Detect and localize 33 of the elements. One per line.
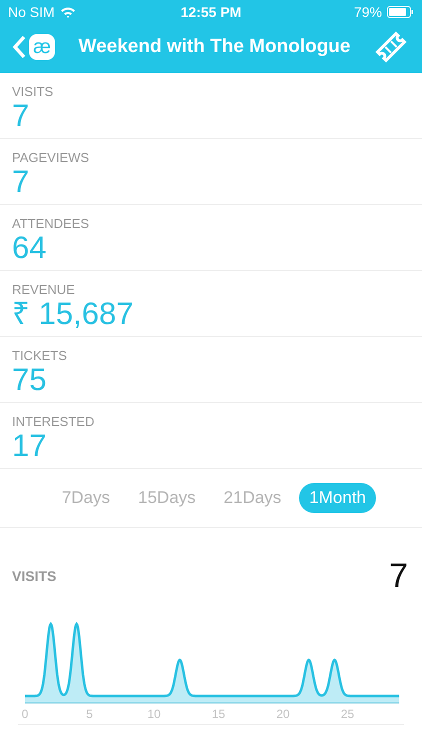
chart-title: VISITS xyxy=(12,568,56,584)
range-tab[interactable]: 1Month xyxy=(299,483,376,513)
range-tab[interactable]: 15Days xyxy=(128,483,206,513)
range-tab[interactable]: 7Days xyxy=(52,483,120,513)
stat-label: VISITS xyxy=(12,84,54,99)
ticket-icon[interactable] xyxy=(374,30,408,64)
stat-label: TICKETS xyxy=(12,348,68,363)
wifi-icon xyxy=(60,6,76,18)
battery-text: 79% xyxy=(354,4,382,20)
carrier-text: No SIM xyxy=(8,4,55,20)
time-text: 12:55 PM xyxy=(180,4,242,20)
logo-icon: æ xyxy=(29,34,55,60)
axis-label: 25 xyxy=(340,707,354,721)
axis-label: 20 xyxy=(276,707,290,721)
stat-label: REVENUE xyxy=(12,282,76,297)
stat-value: ₹ 15,687 xyxy=(12,297,134,331)
stat-value: 7 xyxy=(12,99,30,133)
range-tab[interactable]: 21Days xyxy=(214,483,292,513)
stat-label: PAGEVIEWS xyxy=(12,150,90,165)
stat-value: 75 xyxy=(12,363,48,397)
back-icon[interactable] xyxy=(12,35,26,59)
axis-label: 15 xyxy=(212,707,226,721)
chart-total: 7 xyxy=(389,556,408,596)
stat-label: INTERESTED xyxy=(12,414,96,429)
stat-label: ATTENDEES xyxy=(12,216,90,231)
axis-label: 5 xyxy=(86,707,93,721)
stat-value: 17 xyxy=(12,429,48,463)
stat-value: 7 xyxy=(12,165,30,199)
axis-label: 10 xyxy=(147,707,161,721)
page-title: Weekend with The Monologue xyxy=(78,36,352,58)
stat-value: 64 xyxy=(12,231,48,265)
battery-icon xyxy=(386,6,414,18)
axis-label: 0 xyxy=(22,707,28,721)
